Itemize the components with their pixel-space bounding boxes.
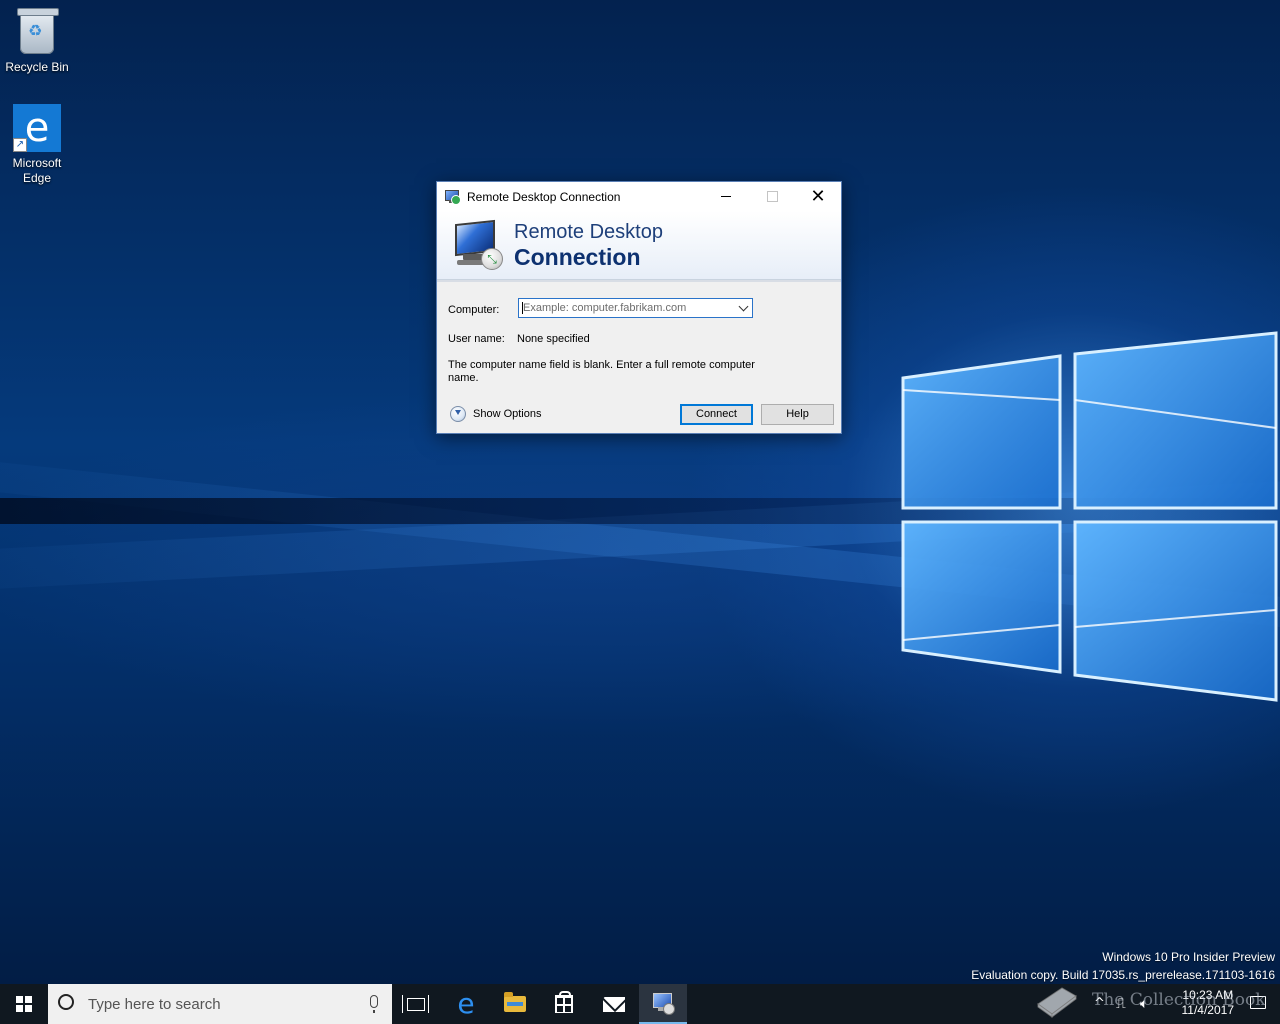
minimize-icon xyxy=(721,196,731,197)
username-label: User name: xyxy=(448,333,505,345)
blank-computer-message: The computer name field is blank. Enter … xyxy=(448,359,755,384)
close-button[interactable]: ✕ xyxy=(795,182,841,211)
edge-icon: e ↗ xyxy=(13,104,61,152)
maximize-button xyxy=(749,182,795,211)
desktop-icon-microsoft-edge[interactable]: e ↗ Microsoft Edge xyxy=(0,104,74,186)
windows-logo-icon xyxy=(16,996,32,1012)
close-icon: ✕ xyxy=(810,186,826,206)
username-value: None specified xyxy=(517,333,590,345)
show-options-link[interactable]: Show Options xyxy=(473,408,541,420)
file-explorer-icon xyxy=(504,992,526,1012)
edge-icon: e xyxy=(457,987,475,1020)
book-logo-icon xyxy=(1037,987,1077,1018)
dialog-banner: ⤡ Remote Desktop Connection xyxy=(437,211,841,282)
recycle-bin-icon xyxy=(13,8,61,56)
desktop-icon-label: Microsoft Edge xyxy=(12,156,62,185)
desktop-icon-label: Recycle Bin xyxy=(5,60,69,74)
help-button[interactable]: Help xyxy=(761,404,834,425)
banner-title-line1: Remote Desktop xyxy=(514,221,663,243)
chevron-down-icon xyxy=(738,301,748,312)
taskbar-store[interactable] xyxy=(540,984,588,1024)
maximize-icon xyxy=(766,191,778,202)
remote-desktop-dialog: Remote Desktop Connection ✕ ⤡ Remote Des… xyxy=(436,181,842,434)
computer-input[interactable] xyxy=(519,299,733,317)
mail-icon xyxy=(603,996,625,1012)
desktop: Recycle Bin e ↗ Microsoft Edge Windows 1… xyxy=(0,0,1280,984)
overlay-watermark-text: The Collection Book xyxy=(1092,990,1266,1010)
task-view-button[interactable] xyxy=(392,984,440,1024)
windows-logo-wallpaper xyxy=(901,331,1278,702)
taskbar-mail[interactable] xyxy=(590,984,638,1024)
start-button[interactable] xyxy=(0,984,48,1024)
minimize-button[interactable] xyxy=(703,182,749,211)
desktop-icon-recycle-bin[interactable]: Recycle Bin xyxy=(0,8,74,75)
remote-desktop-icon xyxy=(445,189,461,205)
dialog-title: Remote Desktop Connection xyxy=(467,189,621,204)
taskbar-file-explorer[interactable] xyxy=(491,984,539,1024)
computer-label: Computer: xyxy=(448,304,500,316)
text-caret xyxy=(522,302,523,314)
remote-desktop-icon xyxy=(651,991,675,1015)
search-box[interactable]: Type here to search xyxy=(48,984,392,1024)
show-options-toggle-icon[interactable] xyxy=(450,406,466,422)
banner-title-line2: Connection xyxy=(514,244,641,270)
taskbar: Type here to search e ^ ⎍ 🔈︎ 10:23 AM 11… xyxy=(0,984,1280,1024)
computer-dropdown-button[interactable] xyxy=(734,299,752,317)
cortana-icon xyxy=(58,994,74,1010)
store-icon xyxy=(555,991,573,1013)
remote-desktop-monitor-icon: ⤡ xyxy=(453,219,503,270)
computer-combobox[interactable] xyxy=(518,298,753,318)
watermark-edition: Windows 10 Pro Insider Preview xyxy=(1102,950,1275,964)
taskbar-remote-desktop[interactable] xyxy=(639,984,687,1024)
search-placeholder: Type here to search xyxy=(88,996,221,1013)
taskbar-edge[interactable]: e xyxy=(442,984,490,1024)
dialog-titlebar[interactable]: Remote Desktop Connection ✕ xyxy=(437,182,841,211)
task-view-icon xyxy=(402,994,429,1013)
shortcut-arrow-icon: ↗ xyxy=(13,138,27,152)
connect-button[interactable]: Connect xyxy=(680,404,753,425)
watermark-build: Evaluation copy. Build 17035.rs_prerelea… xyxy=(971,968,1275,982)
microphone-icon[interactable] xyxy=(370,995,378,1013)
